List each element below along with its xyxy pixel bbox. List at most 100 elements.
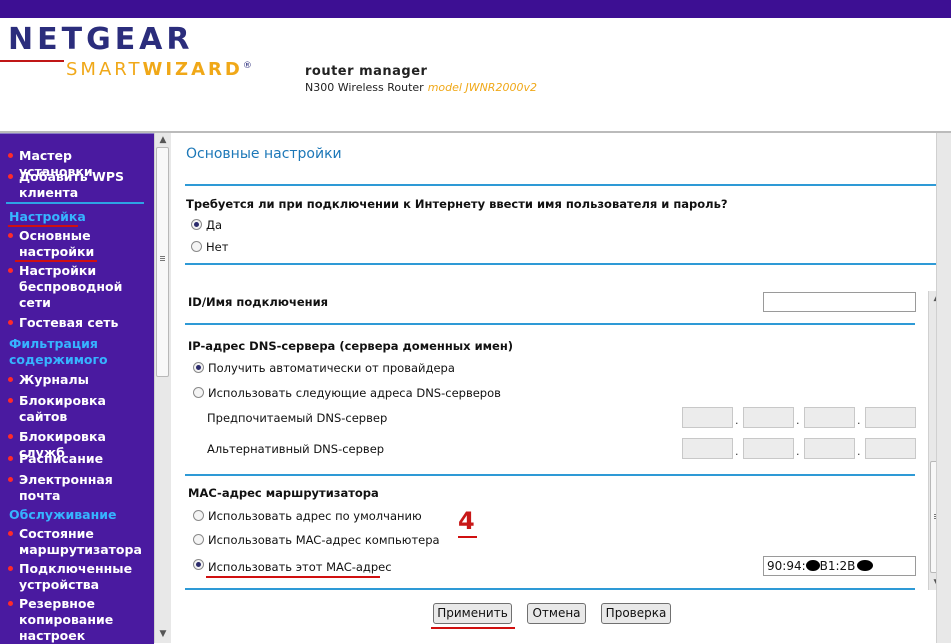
- section-divider: [185, 263, 937, 265]
- login-no-label: Нет: [206, 240, 229, 254]
- red-underline-annotation: [458, 536, 477, 538]
- sidebar-item-label: Журналы: [19, 372, 89, 387]
- bullet-icon: [8, 531, 13, 536]
- page-scrollbar[interactable]: [936, 133, 951, 643]
- sidebar-item-schedule[interactable]: Расписание: [8, 451, 148, 467]
- cancel-button[interactable]: Отмена: [527, 603, 586, 624]
- mac-default-radio[interactable]: [193, 510, 204, 521]
- dns-secondary-octet-4[interactable]: [865, 438, 916, 459]
- sidebar-item-block-sites[interactable]: Блокировка сайтов: [8, 393, 148, 425]
- sidebar-item-guest-network[interactable]: Гостевая сеть: [8, 315, 148, 331]
- mac-section-title: MAC-адрес маршрутизатора: [188, 486, 379, 500]
- sidebar-heading-settings: Настройка: [9, 209, 86, 224]
- sidebar-item-label: Основные настройки: [19, 228, 95, 259]
- brand-reg: ®: [242, 61, 255, 71]
- dns-manual-radio[interactable]: [193, 387, 204, 398]
- connection-id-input[interactable]: [763, 292, 916, 312]
- bullet-icon: [8, 456, 13, 461]
- sidebar-item-label: Гостевая сеть: [19, 315, 119, 330]
- dns-secondary-octet-1[interactable]: [682, 438, 733, 459]
- brand-wizard: WIZARD: [142, 59, 243, 80]
- dot-separator: .: [796, 414, 800, 427]
- dot-separator: .: [796, 445, 800, 458]
- dns-primary-octet-2[interactable]: [743, 407, 794, 428]
- netgear-logo: NETGEAR SMARTWIZARD®: [0, 22, 300, 92]
- sidebar-scroll-thumb[interactable]: [156, 147, 169, 377]
- sidebar-item-label: Блокировка сайтов: [19, 393, 106, 424]
- dns-primary-octet-1[interactable]: [682, 407, 733, 428]
- sidebar-item-logs[interactable]: Журналы: [8, 372, 148, 388]
- redaction-blot: [857, 560, 874, 571]
- mac-this-radio[interactable]: [193, 559, 204, 570]
- brand-netgear: NETGEAR: [8, 22, 194, 57]
- top-banner-bar: [0, 0, 951, 18]
- login-yes-radio[interactable]: [191, 219, 202, 230]
- sidebar-item-label: Настройки беспроводной сети: [19, 263, 123, 310]
- dns-secondary-octet-2[interactable]: [743, 438, 794, 459]
- login-yes-label: Да: [206, 218, 223, 232]
- mac-this-label: Использовать этот MAC-адрес: [208, 560, 392, 574]
- sidebar-item-attached-devices[interactable]: Подключенные устройства: [8, 561, 148, 593]
- red-underline-annotation: [431, 627, 515, 629]
- sidebar-item-add-wps-client[interactable]: Добавить WPS клиента: [8, 169, 148, 201]
- sidebar-heading-content-filter: Фильтрация содержимого: [9, 336, 108, 367]
- dns-manual-label: Использовать следующие адреса DNS-сервер…: [208, 386, 501, 400]
- sidebar-heading-maintenance: Обслуживание: [9, 507, 117, 522]
- red-underline-annotation: [206, 576, 380, 578]
- bullet-icon: [8, 477, 13, 482]
- redaction-blot: [805, 560, 820, 571]
- router-manager-label: router manager N300 Wireless Router model…: [305, 64, 537, 94]
- product-name: N300 Wireless Router: [305, 81, 424, 94]
- login-no-radio[interactable]: [191, 241, 202, 252]
- dns-secondary-label: Альтернативный DNS-сервер: [207, 442, 385, 456]
- step-annotation: 4: [458, 507, 475, 535]
- sidebar-scrollbar[interactable]: ▲ ▼: [154, 133, 171, 643]
- dns-primary-octet-4[interactable]: [865, 407, 916, 428]
- sidebar-item-router-status[interactable]: Состояние маршрутизатора: [8, 526, 148, 558]
- red-underline-annotation: [8, 225, 78, 227]
- logo-red-line: [0, 60, 64, 62]
- mac-address-input[interactable]: 90:94: B1:2B: [763, 556, 916, 576]
- page-title: Основные настройки: [186, 146, 342, 162]
- dot-separator: .: [735, 414, 739, 427]
- product-line: N300 Wireless Router model JWNR2000v2: [305, 81, 537, 94]
- mac-computer-radio[interactable]: [193, 534, 204, 545]
- section-divider: [185, 323, 915, 325]
- bullet-icon: [8, 268, 13, 273]
- sidebar-menu: Мастер установки Добавить WPS клиента На…: [0, 133, 154, 644]
- scroll-down-icon[interactable]: ▼: [155, 627, 171, 641]
- dot-separator: .: [857, 414, 861, 427]
- section-divider: [185, 474, 915, 476]
- dot-separator: .: [735, 445, 739, 458]
- bullet-icon: [8, 434, 13, 439]
- mac-value-start: 90:94:: [767, 559, 806, 573]
- dns-secondary-octet-3[interactable]: [804, 438, 855, 459]
- bullet-icon: [8, 233, 13, 238]
- bullet-icon: [8, 377, 13, 382]
- sidebar-item-label: Добавить WPS клиента: [19, 169, 125, 200]
- section-divider: [185, 184, 937, 186]
- dns-auto-label: Получить автоматически от провайдера: [208, 361, 455, 375]
- scroll-up-icon[interactable]: ▲: [155, 133, 171, 147]
- dns-primary-octet-3[interactable]: [804, 407, 855, 428]
- mac-computer-label: Использовать MAC-адрес компьютера: [208, 533, 440, 547]
- sidebar-item-basic-settings[interactable]: Основные настройки: [8, 228, 148, 260]
- sidebar-item-label: Состояние маршрутизатора: [19, 526, 142, 557]
- bullet-icon: [8, 601, 13, 606]
- bullet-icon: [8, 153, 13, 158]
- mac-value-mid: B1:2B: [819, 559, 856, 573]
- sidebar-item-backup-settings[interactable]: Резервное копирование настроек: [8, 596, 148, 644]
- dns-section-title: IP-адрес DNS-сервера (сервера доменных и…: [188, 339, 514, 353]
- connection-id-label: ID/Имя подключения: [188, 295, 329, 309]
- sidebar-item-email[interactable]: Электронная почта: [8, 472, 148, 504]
- section-divider: [185, 588, 915, 590]
- dns-auto-radio[interactable]: [193, 362, 204, 373]
- sidebar-divider: [6, 202, 144, 204]
- brand-smartwizard: SMARTWIZARD®: [66, 59, 255, 80]
- sidebar-item-wireless-settings[interactable]: Настройки беспроводной сети: [8, 263, 148, 311]
- sidebar-item-label: Электронная почта: [19, 472, 113, 503]
- tagline: router manager: [305, 64, 428, 79]
- red-underline-annotation: [15, 260, 97, 262]
- check-button[interactable]: Проверка: [601, 603, 671, 624]
- apply-button[interactable]: Применить: [433, 603, 512, 624]
